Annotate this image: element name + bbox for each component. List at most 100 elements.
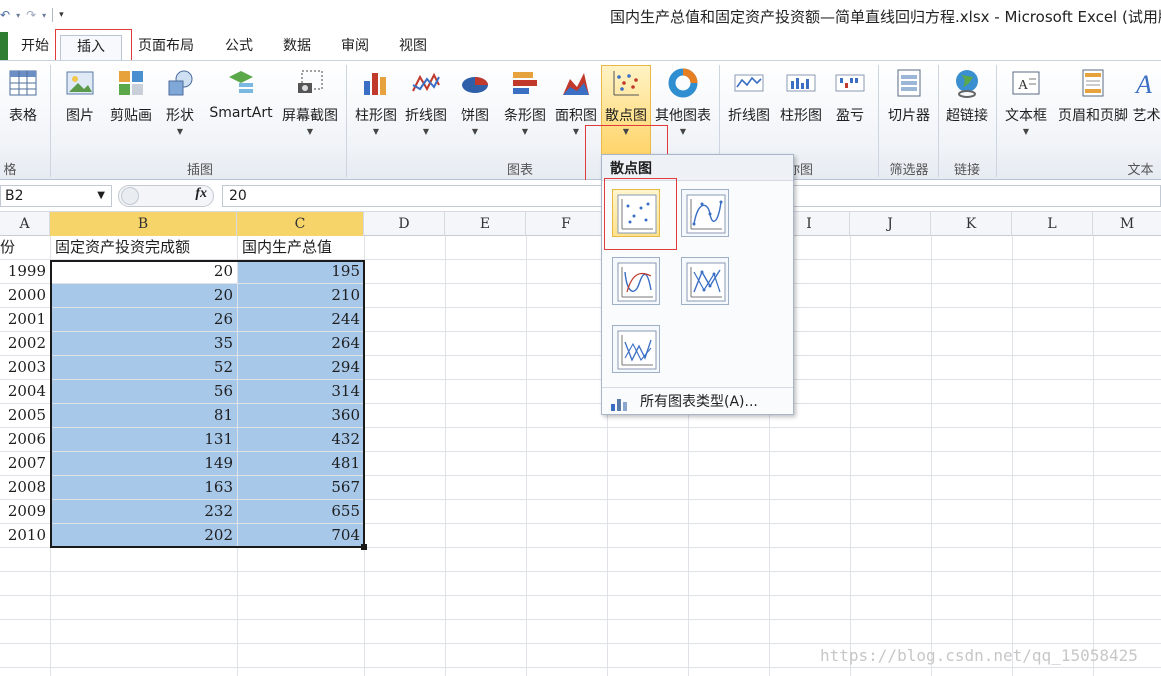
column-header-l[interactable]: L: [1012, 212, 1093, 236]
gdp-cell[interactable]: 432: [238, 428, 364, 451]
investment-cell[interactable]: 20: [51, 284, 237, 307]
scatter-smooth-lines-option[interactable]: [612, 257, 660, 305]
year-cell[interactable]: 2005: [0, 404, 50, 427]
investment-cell[interactable]: 56: [51, 380, 237, 403]
column-header-f[interactable]: F: [526, 212, 607, 236]
year-cell[interactable]: 1999: [0, 260, 50, 283]
tab-view[interactable]: 视图: [388, 35, 438, 60]
year-cell[interactable]: 2004: [0, 380, 50, 403]
scatter-straight-lines-markers-option[interactable]: [681, 257, 729, 305]
smartart-button[interactable]: SmartArt: [206, 67, 276, 121]
investment-cell[interactable]: 35: [51, 332, 237, 355]
expand-handle[interactable]: [121, 187, 139, 205]
year-cell[interactable]: 2008: [0, 476, 50, 499]
line-chart-button[interactable]: 折线图 ▼: [402, 67, 450, 136]
gdp-cell[interactable]: 655: [238, 500, 364, 523]
file-tab[interactable]: [0, 32, 8, 60]
year-cell[interactable]: 2007: [0, 452, 50, 475]
column-header-d[interactable]: D: [364, 212, 445, 236]
dropdown-arrow-icon[interactable]: ▾: [16, 11, 20, 20]
gdp-cell[interactable]: 704: [238, 524, 364, 547]
table-button[interactable]: 表格: [2, 67, 44, 125]
globe-link-icon: [956, 70, 978, 98]
dropdown-arrow-icon[interactable]: ▾: [42, 11, 46, 20]
insert-function-button[interactable]: fx: [195, 186, 207, 202]
tab-data[interactable]: 数据: [272, 35, 322, 60]
screenshot-button[interactable]: 屏幕截图 ▼: [278, 67, 342, 136]
investment-cell[interactable]: 163: [51, 476, 237, 499]
gdp-cell[interactable]: 314: [238, 380, 364, 403]
scatter-straight-lines-icon: [617, 330, 657, 370]
investment-cell[interactable]: 232: [51, 500, 237, 523]
fill-handle[interactable]: [361, 544, 367, 550]
textbox-button[interactable]: A 文本框 ▼: [1000, 67, 1052, 136]
tab-page-layout[interactable]: 页面布局: [128, 35, 204, 60]
sparkline-winloss-button[interactable]: 盈亏: [830, 67, 870, 125]
year-cell[interactable]: 2002: [0, 332, 50, 355]
clipart-button[interactable]: 剪贴画: [106, 67, 156, 125]
column-header-b[interactable]: B: [50, 212, 237, 236]
picture-button[interactable]: 图片: [58, 67, 102, 125]
group-label-links: 链接: [953, 163, 980, 178]
column-chart-button[interactable]: 柱形图 ▼: [352, 67, 400, 136]
investment-cell[interactable]: 81: [51, 404, 237, 427]
donut-chart-icon: [668, 68, 698, 98]
table-row: 1999 20 195: [0, 260, 1161, 284]
scatter-smooth-lines-markers-option[interactable]: [681, 189, 729, 237]
tab-insert[interactable]: 插入: [60, 35, 122, 60]
investment-cell[interactable]: 202: [51, 524, 237, 547]
scatter-chart-button[interactable]: 散点图 ▼: [601, 67, 651, 136]
bar-chart-button[interactable]: 条形图 ▼: [500, 67, 550, 136]
tab-review[interactable]: 审阅: [330, 35, 380, 60]
sparkline-column-button[interactable]: 柱形图: [776, 67, 826, 125]
year-cell[interactable]: 2003: [0, 356, 50, 379]
sparkline-line-button[interactable]: 折线图: [724, 67, 774, 125]
other-charts-button[interactable]: 其他图表 ▼: [652, 67, 714, 136]
all-chart-types-item[interactable]: 所有图表类型(A)...: [602, 387, 793, 415]
gdp-cell[interactable]: 567: [238, 476, 364, 499]
investment-cell[interactable]: 26: [51, 308, 237, 331]
gdp-cell[interactable]: 195: [238, 260, 364, 283]
column-header-m[interactable]: M: [1093, 212, 1161, 236]
gdp-cell[interactable]: 244: [238, 308, 364, 331]
column-header-a[interactable]: A: [0, 212, 50, 236]
tab-formulas[interactable]: 公式: [214, 35, 264, 60]
year-cell[interactable]: 2001: [0, 308, 50, 331]
investment-cell[interactable]: 131: [51, 428, 237, 451]
slicer-button[interactable]: 切片器: [884, 67, 934, 125]
tab-home[interactable]: 开始: [14, 35, 56, 60]
scatter-straight-lines-option[interactable]: [612, 325, 660, 373]
year-cell[interactable]: 2006: [0, 428, 50, 451]
header-footer-button[interactable]: 页眉和页脚: [1054, 67, 1132, 125]
hyperlink-button[interactable]: 超链接: [942, 67, 992, 125]
column-header-e[interactable]: E: [445, 212, 526, 236]
column-header-k[interactable]: K: [931, 212, 1012, 236]
column-header-j[interactable]: J: [850, 212, 931, 236]
area-chart-button[interactable]: 面积图 ▼: [552, 67, 600, 136]
investment-cell[interactable]: 149: [51, 452, 237, 475]
investment-cell[interactable]: 52: [51, 356, 237, 379]
cell-c1[interactable]: 国内生产总值: [238, 236, 364, 259]
wordart-button[interactable]: A 艺术: [1132, 67, 1161, 125]
cell-b1[interactable]: 固定资产投资完成额: [51, 236, 237, 259]
cell-a1[interactable]: 份: [0, 236, 50, 259]
scatter-markers-only-option[interactable]: [612, 189, 660, 237]
gdp-cell[interactable]: 294: [238, 356, 364, 379]
undo-icon[interactable]: ↶: [0, 8, 10, 22]
year-cell[interactable]: 2000: [0, 284, 50, 307]
investment-cell[interactable]: 20: [51, 260, 237, 283]
table-row: 2008 163 567: [0, 476, 1161, 500]
gdp-cell[interactable]: 210: [238, 284, 364, 307]
customize-qat-icon[interactable]: ▾: [59, 10, 64, 20]
year-cell[interactable]: 2009: [0, 500, 50, 523]
chevron-down-icon[interactable]: ▼: [97, 186, 105, 206]
pie-chart-button[interactable]: 饼图 ▼: [456, 67, 494, 136]
shapes-button[interactable]: 形状 ▼: [160, 67, 200, 136]
gdp-cell[interactable]: 481: [238, 452, 364, 475]
gdp-cell[interactable]: 264: [238, 332, 364, 355]
name-box[interactable]: B2 ▼: [0, 185, 112, 207]
redo-icon[interactable]: ↷: [26, 8, 36, 22]
gdp-cell[interactable]: 360: [238, 404, 364, 427]
column-header-c[interactable]: C: [237, 212, 364, 236]
year-cell[interactable]: 2010: [0, 524, 50, 547]
